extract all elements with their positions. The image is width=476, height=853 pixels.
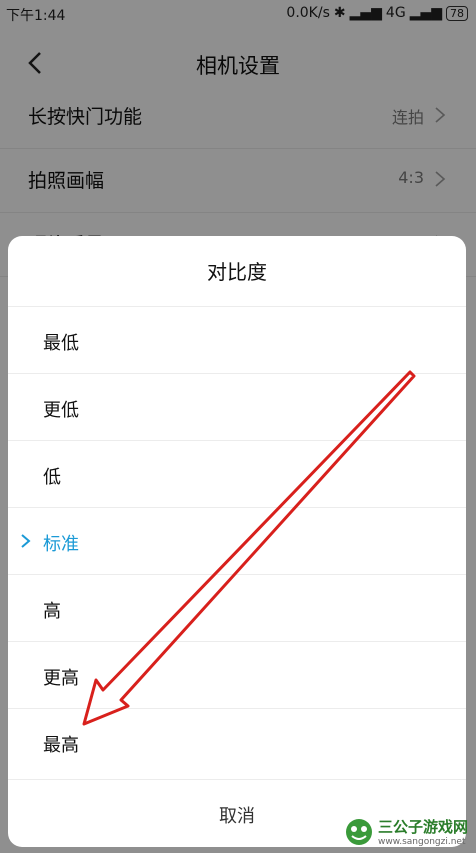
option-label: 最高 xyxy=(43,735,79,756)
option-higher[interactable]: 更高 xyxy=(8,641,466,708)
option-label: 低 xyxy=(43,467,61,488)
option-lowest[interactable]: 最低 xyxy=(8,306,466,373)
dialog-title: 对比度 xyxy=(207,260,267,284)
option-label: 更低 xyxy=(43,400,79,421)
watermark-url: www.sangongzi.net xyxy=(377,837,466,847)
watermark-logo-icon xyxy=(345,818,372,845)
option-label: 标准 xyxy=(43,534,79,555)
option-highest[interactable]: 最高 xyxy=(8,708,466,775)
selected-chevron-icon xyxy=(21,534,31,548)
option-lower[interactable]: 更低 xyxy=(8,373,466,440)
watermark-name: 三公子游戏网 xyxy=(377,818,468,836)
option-low[interactable]: 低 xyxy=(8,440,466,507)
option-high[interactable]: 高 xyxy=(8,574,466,641)
option-label: 更高 xyxy=(43,668,79,689)
option-label: 最低 xyxy=(43,333,79,354)
option-standard[interactable]: 标准 xyxy=(8,507,466,574)
contrast-dialog: 对比度 最低 更低 低 标准 高 更高 最高 取消 xyxy=(8,236,466,847)
option-label: 高 xyxy=(43,601,61,622)
site-watermark: 三公子游戏网 www.sangongzi.net xyxy=(344,816,468,847)
